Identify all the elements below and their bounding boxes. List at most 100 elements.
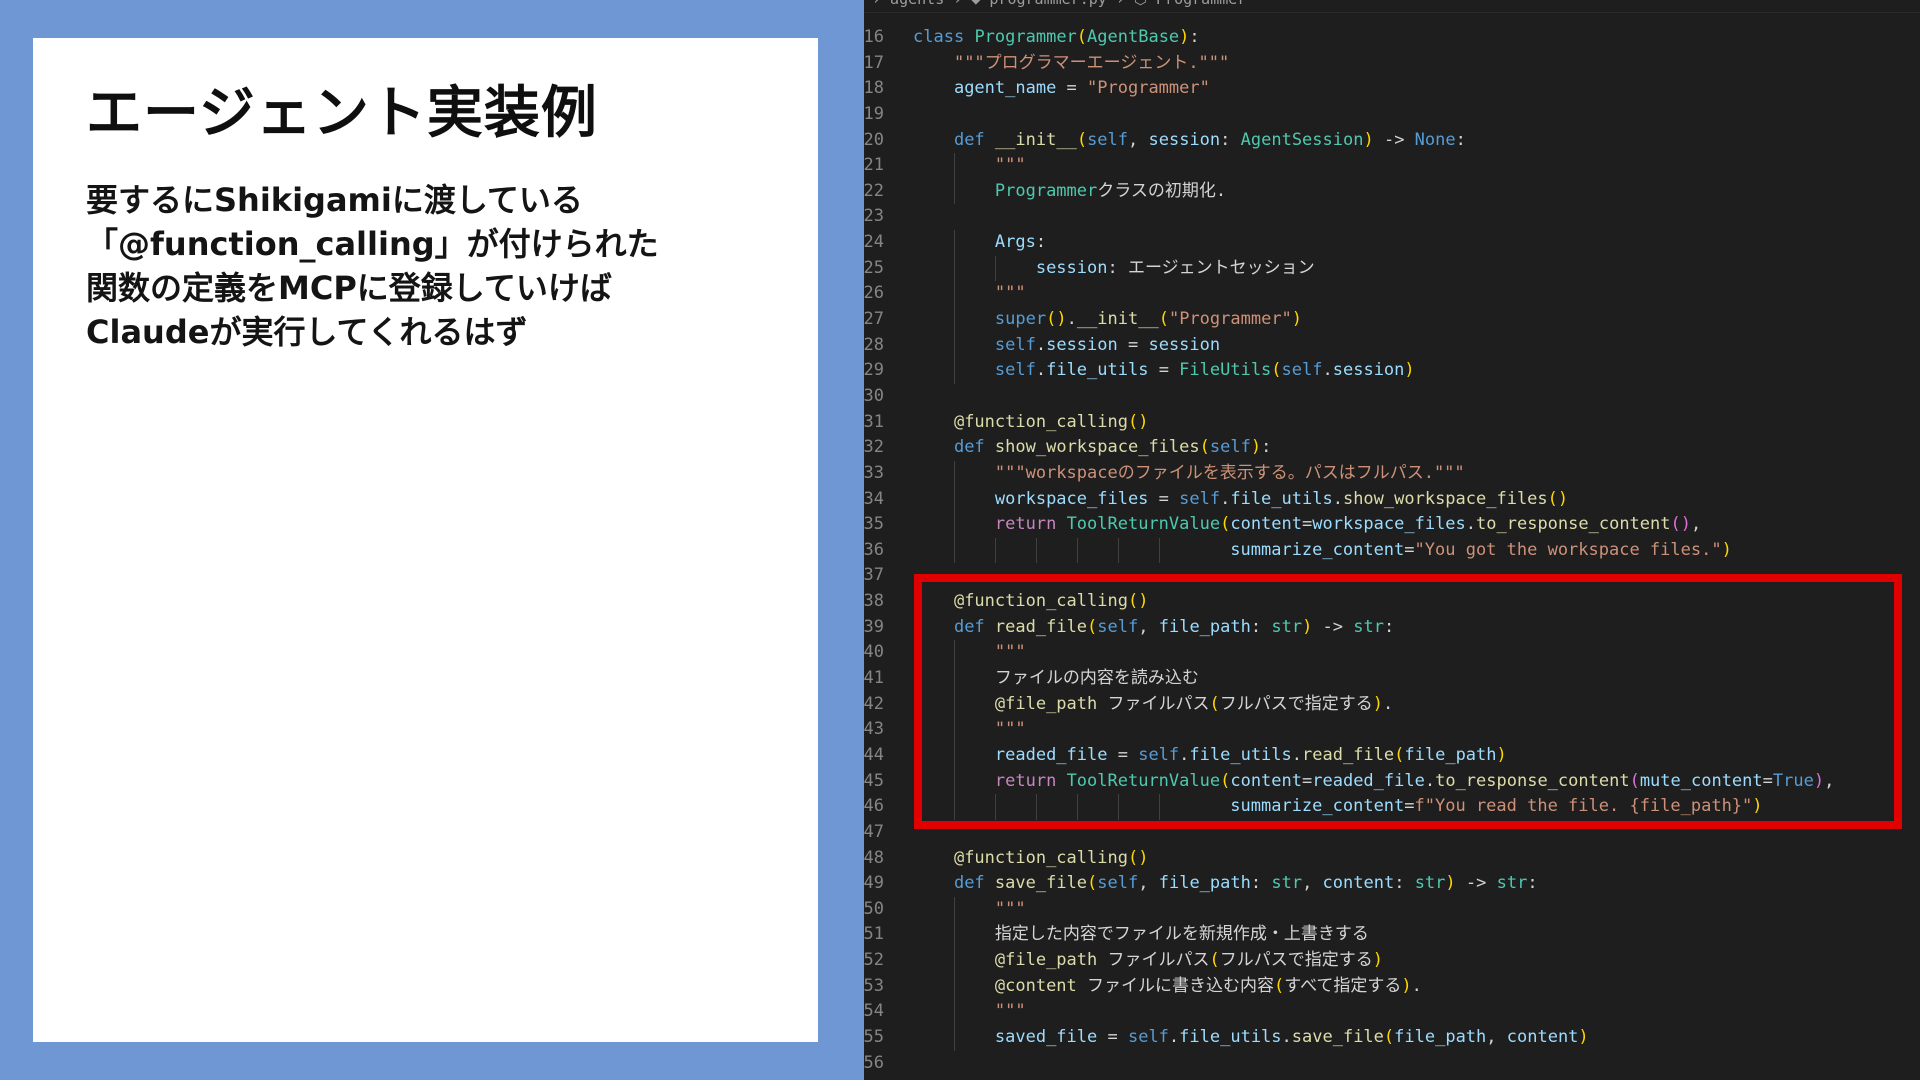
code-text[interactable]: """ — [913, 897, 1026, 923]
code-line[interactable]: 41 ファイルの内容を読み込む — [864, 666, 1920, 692]
line-number: 46 — [864, 796, 884, 817]
code-text[interactable]: return ToolReturnValue(content=readed_fi… — [913, 769, 1834, 795]
code-text[interactable]: @function_calling() — [913, 846, 1149, 872]
line-number: 31 — [864, 411, 884, 432]
line-number: 56 — [864, 1052, 884, 1073]
line-number: 24 — [864, 232, 884, 253]
code-text[interactable]: workspace_files = self.file_utils.show_w… — [913, 487, 1568, 513]
description-line: 「@function_calling」が付けられた — [86, 225, 659, 263]
code-line[interactable]: 22 Programmerクラスの初期化. — [864, 178, 1920, 205]
code-line[interactable]: 35 return ToolReturnValue(content=worksp… — [864, 512, 1920, 538]
line-number: 32 — [864, 437, 884, 458]
code-line[interactable]: 52 @file_path ファイルパス(フルパスで指定する) — [864, 948, 1920, 974]
code-text[interactable]: def save_file(self, file_path: str, cont… — [913, 871, 1538, 897]
code-line[interactable]: 54 """ — [864, 999, 1920, 1025]
code-area[interactable]: 16 class Programmer(AgentBase): 17 """プログラ… — [864, 25, 1920, 1076]
code-line[interactable]: 48 @function_calling() — [864, 846, 1920, 872]
code-line[interactable]: 46 summarize_content=f"You read the file… — [864, 794, 1920, 820]
code-line[interactable]: 16 class Programmer(AgentBase): — [864, 25, 1920, 51]
code-line[interactable]: 50 """ — [864, 896, 1920, 923]
line-number: 37 — [864, 565, 884, 586]
code-line[interactable]: 38 @function_calling() — [864, 589, 1920, 615]
code-line[interactable]: 17 """プログラマーエージェント.""" — [864, 51, 1920, 77]
code-line[interactable]: 20 def __init__(self, session: AgentSess… — [864, 128, 1920, 154]
code-text[interactable]: def read_file(self, file_path: str) -> s… — [913, 615, 1394, 641]
code-line[interactable]: 43 """ — [864, 717, 1920, 743]
code-text[interactable]: """ — [913, 640, 1026, 666]
line-number: 53 — [864, 975, 884, 996]
code-text[interactable]: ファイルの内容を読み込む — [913, 666, 1199, 692]
code-line[interactable]: 37 — [864, 563, 1920, 589]
code-text[interactable]: """ — [913, 717, 1026, 743]
code-text[interactable]: self.session = session — [913, 333, 1220, 359]
code-text[interactable]: @content ファイルに書き込む内容(すべて指定する). — [913, 974, 1422, 1000]
code-text[interactable]: class Programmer(AgentBase): — [913, 25, 1200, 51]
code-text[interactable]: """プログラマーエージェント.""" — [913, 51, 1229, 77]
code-line[interactable]: 31 @function_calling() — [864, 410, 1920, 436]
code-line[interactable]: 49 def save_file(self, file_path: str, c… — [864, 871, 1920, 897]
code-text[interactable]: """ — [913, 999, 1026, 1025]
code-line[interactable]: 53 @content ファイルに書き込む内容(すべて指定する). — [864, 973, 1920, 1000]
line-number: 36 — [864, 539, 884, 560]
slide-title: エージェント実装例 — [86, 81, 598, 146]
code-line[interactable]: 19 — [864, 102, 1920, 128]
code-text[interactable]: """ — [913, 153, 1026, 179]
code-text[interactable]: """workspaceのファイルを表示する。パスはフルパス.""" — [913, 461, 1465, 487]
line-number: 29 — [864, 360, 884, 381]
code-text[interactable]: @file_path ファイルパス(フルパスで指定する). — [913, 692, 1393, 718]
code-text[interactable]: Args: — [913, 230, 1046, 256]
code-text[interactable]: def show_workspace_files(self): — [913, 435, 1271, 461]
line-number: 18 — [864, 78, 884, 99]
code-line[interactable]: 25 session: エージェントセッション — [864, 255, 1920, 282]
code-line[interactable]: 55 saved_file = self.file_utils.save_fil… — [864, 1024, 1920, 1051]
code-line[interactable]: 39 def read_file(self, file_path: str) -… — [864, 615, 1920, 641]
code-line[interactable]: 29 self.file_utils = FileUtils(self.sess… — [864, 358, 1920, 384]
description-line: 関数の定義をMCPに登録していけば — [86, 269, 612, 307]
line-number: 51 — [864, 924, 884, 945]
code-line[interactable]: 32 def show_workspace_files(self): — [864, 435, 1920, 461]
code-line[interactable]: 45 return ToolReturnValue(content=readed… — [864, 768, 1920, 795]
code-text[interactable]: @file_path ファイルパス(フルパスで指定する) — [913, 948, 1383, 974]
code-line[interactable]: 28 self.session = session — [864, 332, 1920, 359]
code-line[interactable]: 26 """ — [864, 281, 1920, 308]
code-line[interactable]: 23 — [864, 204, 1920, 230]
code-line[interactable]: 40 """ — [864, 640, 1920, 667]
code-text[interactable]: readed_file = self.file_utils.read_file(… — [913, 743, 1507, 769]
code-text[interactable]: session: エージェントセッション — [913, 256, 1315, 282]
code-text[interactable]: 指定した内容でファイルを新規作成・上書きする — [913, 922, 1369, 948]
line-number: 27 — [864, 309, 884, 330]
code-line[interactable]: 24 Args: — [864, 230, 1920, 256]
code-line[interactable]: 21 """ — [864, 153, 1920, 179]
code-line[interactable]: 56 — [864, 1051, 1920, 1077]
code-text[interactable]: summarize_content="You got the workspace… — [913, 538, 1732, 564]
code-line[interactable]: 47 — [864, 820, 1920, 846]
code-line[interactable]: 18 agent_name = "Programmer" — [864, 76, 1920, 102]
code-line[interactable]: 44 readed_file = self.file_utils.read_fi… — [864, 742, 1920, 769]
code-line[interactable]: 30 — [864, 384, 1920, 410]
code-text[interactable]: @function_calling() — [913, 589, 1149, 615]
line-number: 40 — [864, 642, 884, 663]
code-text[interactable]: saved_file = self.file_utils.save_file(f… — [913, 1025, 1589, 1051]
code-text[interactable]: """ — [913, 281, 1026, 307]
code-text[interactable]: Programmerクラスの初期化. — [913, 179, 1226, 205]
editor-breadcrumb[interactable]: › agents › ◆ programmer.py › ⬡ Programme… — [864, 0, 1920, 13]
line-number: 26 — [864, 283, 884, 304]
code-text[interactable]: self.file_utils = FileUtils(self.session… — [913, 358, 1415, 384]
line-number: 34 — [864, 488, 884, 509]
code-line[interactable]: 51 指定した内容でファイルを新規作成・上書きする — [864, 922, 1920, 949]
code-text[interactable]: return ToolReturnValue(content=workspace… — [913, 512, 1701, 538]
code-line[interactable]: 36 summarize_content="You got the worksp… — [864, 537, 1920, 564]
code-text[interactable]: summarize_content=f"You read the file. {… — [913, 794, 1762, 820]
code-line[interactable]: 27 super().__init__("Programmer") — [864, 307, 1920, 333]
line-number: 35 — [864, 514, 884, 535]
code-text[interactable]: @function_calling() — [913, 410, 1149, 436]
code-editor[interactable]: › agents › ◆ programmer.py › ⬡ Programme… — [864, 0, 1920, 1080]
code-text[interactable]: agent_name = "Programmer" — [913, 76, 1210, 102]
code-text[interactable]: def __init__(self, session: AgentSession… — [913, 128, 1466, 154]
code-line[interactable]: 33 """workspaceのファイルを表示する。パスはフルパス.""" — [864, 460, 1920, 487]
code-line[interactable]: 42 @file_path ファイルパス(フルパスで指定する). — [864, 691, 1920, 718]
code-line[interactable]: 34 workspace_files = self.file_utils.sho… — [864, 486, 1920, 513]
code-text[interactable]: super().__init__("Programmer") — [913, 307, 1302, 333]
line-number: 49 — [864, 873, 884, 894]
breadcrumb-path[interactable]: › agents › ◆ programmer.py › ⬡ Programme… — [872, 0, 1246, 8]
